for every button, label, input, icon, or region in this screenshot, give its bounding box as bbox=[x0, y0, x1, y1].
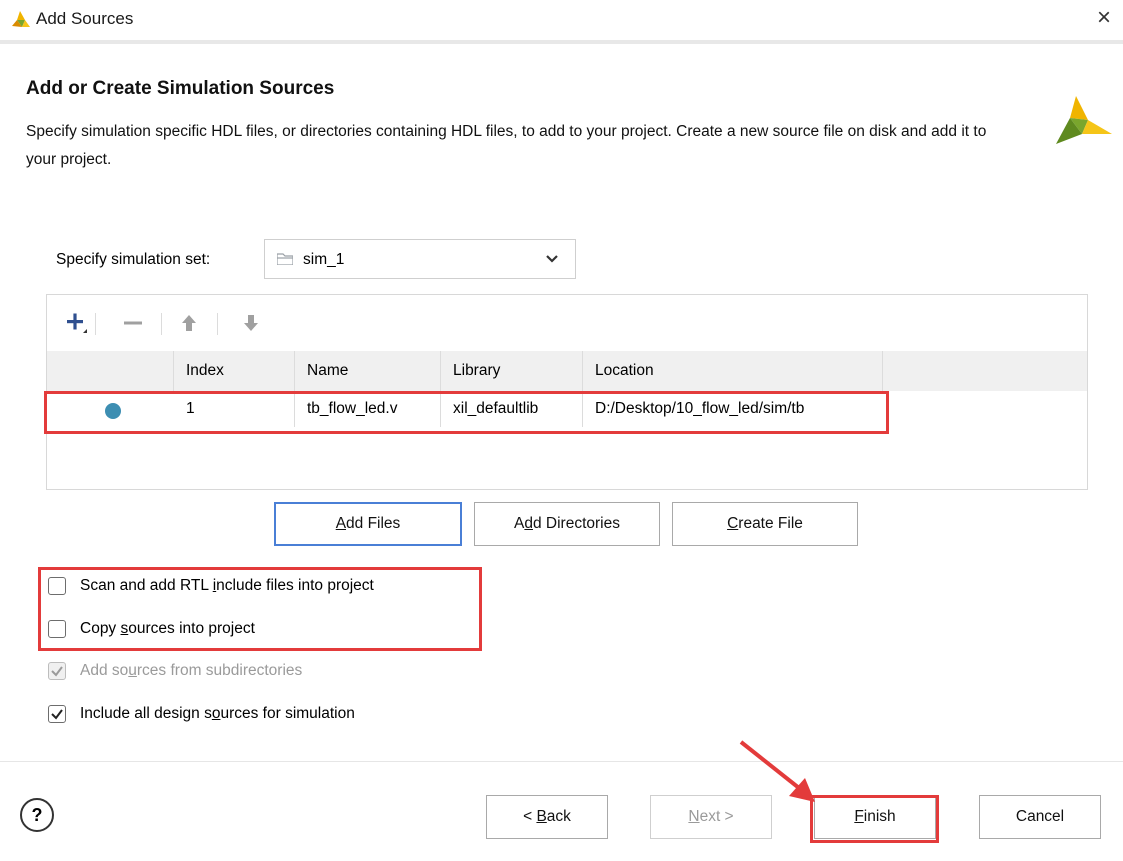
library-cell: xil_defaultlib bbox=[441, 391, 583, 427]
toolbar-separator bbox=[95, 313, 96, 335]
chevron-down-icon bbox=[546, 255, 558, 263]
column-header-name[interactable]: Name bbox=[295, 351, 441, 391]
name-cell: tb_flow_led.v bbox=[295, 391, 441, 427]
index-cell: 1 bbox=[174, 391, 295, 427]
add-icon[interactable] bbox=[65, 311, 89, 335]
location-cell: D:/Desktop/10_flow_led/sim/tb bbox=[595, 400, 805, 417]
simulation-set-select[interactable]: sim_1 bbox=[264, 239, 576, 279]
add-subdirectories-checkbox bbox=[48, 662, 66, 680]
window-title: Add Sources bbox=[36, 9, 134, 28]
vivado-brand-icon bbox=[1056, 96, 1112, 144]
close-icon[interactable]: × bbox=[1091, 4, 1117, 32]
include-design-sources-checkbox[interactable] bbox=[48, 705, 66, 723]
remove-icon[interactable] bbox=[121, 311, 145, 335]
simulation-set-value: sim_1 bbox=[303, 251, 345, 268]
table-row[interactable]: 1 tb_flow_led.v xil_defaultlib D:/Deskto… bbox=[47, 391, 1087, 427]
help-button[interactable]: ? bbox=[20, 798, 54, 832]
move-up-icon[interactable] bbox=[177, 311, 201, 335]
column-header-library[interactable]: Library bbox=[441, 351, 583, 391]
move-down-icon[interactable] bbox=[239, 311, 263, 335]
back-button[interactable]: < Back bbox=[486, 795, 608, 839]
status-dot-icon bbox=[105, 403, 121, 419]
column-header-status[interactable] bbox=[47, 351, 174, 391]
page-title: Add or Create Simulation Sources bbox=[26, 78, 335, 99]
page-description: Specify simulation specific HDL files, o… bbox=[26, 123, 987, 168]
sources-table-panel: Index Name Library Location 1 tb_flow_le… bbox=[46, 294, 1088, 490]
toolbar-separator bbox=[161, 313, 162, 335]
title-bar: Add Sources × bbox=[0, 0, 1123, 44]
vivado-logo-icon bbox=[12, 11, 30, 27]
status-cell bbox=[47, 391, 174, 427]
scan-include-files-checkbox[interactable] bbox=[48, 577, 66, 595]
toolbar-separator bbox=[217, 313, 218, 335]
checkmark-icon bbox=[51, 709, 63, 720]
simulation-set-label: Specify simulation set: bbox=[56, 251, 211, 268]
checkmark-icon bbox=[51, 666, 63, 677]
column-header-location[interactable]: Location bbox=[583, 351, 883, 391]
create-file-button[interactable]: Create File bbox=[672, 502, 858, 546]
cancel-button[interactable]: Cancel bbox=[979, 795, 1101, 839]
footer-divider bbox=[0, 761, 1123, 762]
finish-button[interactable]: Finish bbox=[814, 795, 936, 839]
folder-icon bbox=[277, 253, 293, 265]
add-files-button[interactable]: Add Files bbox=[274, 502, 462, 546]
copy-sources-checkbox[interactable] bbox=[48, 620, 66, 638]
arrow-annotation-icon bbox=[739, 740, 815, 802]
add-directories-button[interactable]: Add Directories bbox=[474, 502, 660, 546]
column-header-index[interactable]: Index bbox=[174, 351, 295, 391]
table-header: Index Name Library Location bbox=[47, 351, 1087, 391]
